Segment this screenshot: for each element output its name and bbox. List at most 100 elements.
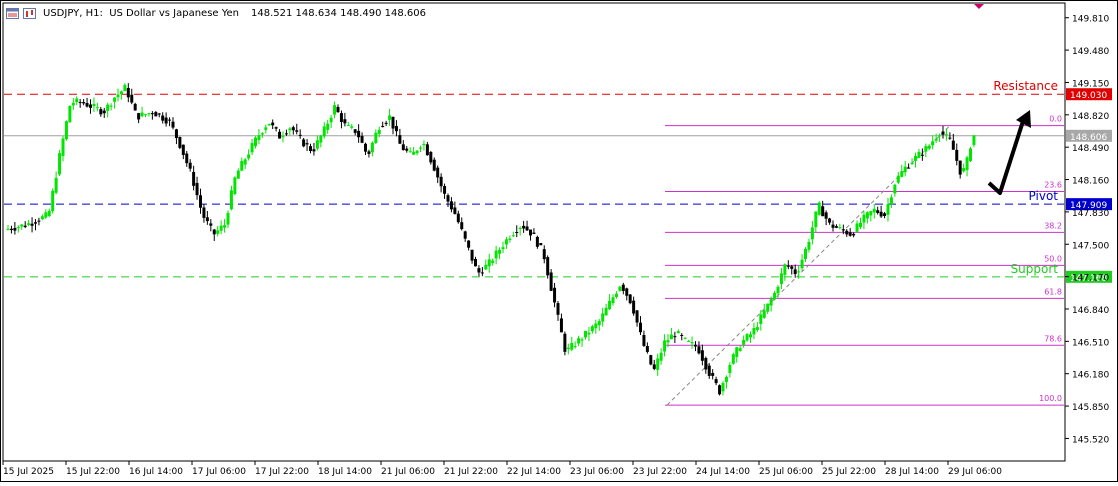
x-tick-label: 17 Jul 06:00 (192, 467, 246, 477)
candle-body (460, 222, 464, 230)
price-chart[interactable]: 0.023.638.250.061.878.6100.0 148.606149.… (0, 0, 1118, 482)
candle-body (927, 145, 931, 149)
candle-body (573, 346, 577, 348)
candle-body (738, 348, 742, 351)
candle-body (865, 212, 869, 219)
candle-body (449, 201, 453, 210)
candle-body (972, 135, 976, 145)
candle-body (291, 127, 295, 131)
candle-body (859, 222, 862, 228)
fib-level-label: 100.0 (1039, 394, 1062, 403)
y-tick-label: 146.510 (1072, 338, 1109, 348)
candle-body (951, 140, 955, 150)
candle-body (694, 344, 697, 347)
candle-body (456, 213, 460, 223)
candle-body (278, 131, 282, 139)
candle-body (962, 168, 966, 172)
candle-body (786, 265, 790, 267)
candle-body (817, 202, 821, 215)
candle-body (422, 144, 426, 146)
x-tick-label: 23 Jul 06:00 (570, 467, 624, 477)
candle-body (199, 195, 202, 208)
candle-body (384, 122, 388, 124)
candle-body (144, 114, 147, 116)
candle-body (824, 212, 828, 219)
candle-body (168, 119, 172, 121)
candle-body (247, 154, 251, 159)
candle-body (484, 264, 488, 270)
candle-body (212, 229, 216, 235)
chart-type-icon[interactable] (23, 7, 36, 19)
candle-body (907, 167, 911, 169)
candle-body (137, 113, 141, 120)
candle-body (690, 342, 694, 344)
candle-body (113, 97, 117, 102)
candle-body (659, 352, 663, 361)
chart-window-icon[interactable] (6, 7, 19, 19)
candle-body (229, 190, 233, 210)
candle-body (924, 146, 928, 152)
candle-body (749, 334, 752, 338)
candle-body (731, 354, 735, 364)
candle-body (810, 227, 814, 240)
candle-body (501, 247, 505, 250)
candle-body (102, 110, 106, 114)
candle-body (439, 176, 443, 187)
y-tick-label: 148.490 (1072, 144, 1109, 154)
candle-body (773, 292, 777, 300)
candle-body (240, 161, 244, 171)
candle-body (391, 116, 395, 129)
candle-body (965, 157, 969, 171)
candle-body (254, 137, 257, 147)
candle-body (429, 152, 433, 163)
candle-body (625, 288, 629, 296)
candle-body (855, 223, 859, 232)
candle-body (20, 224, 24, 227)
candle-body (797, 271, 801, 273)
candle-body (718, 385, 722, 395)
candle-body (44, 212, 48, 218)
candle-body (529, 229, 532, 236)
candle-body (9, 228, 13, 231)
x-tick-label: 18 Jul 14:00 (318, 467, 372, 477)
candle-body (164, 117, 168, 124)
candle-body (219, 225, 223, 231)
candle-body (432, 159, 436, 171)
candle-body (511, 235, 515, 237)
candle-body (700, 350, 704, 361)
candle-body (195, 182, 199, 196)
candle-body (30, 223, 34, 226)
candle-body (34, 222, 37, 224)
candle-body (315, 140, 319, 149)
level-name-pivot: Pivot (1029, 189, 1059, 203)
candle-body (298, 134, 302, 136)
candle-body (841, 229, 845, 231)
candle-body (322, 126, 326, 137)
candle-body (78, 102, 82, 104)
candle-body (401, 144, 405, 151)
chart-frame[interactable]: 0.0 23.6 38.2 50.0 61.8 78.6 100.0 148.606 149.… (0, 0, 1118, 482)
candle-body (762, 310, 766, 318)
candle-body (312, 149, 316, 152)
candle-body (532, 232, 536, 234)
candle-body (559, 318, 563, 333)
candle-body (632, 300, 636, 314)
candle-body (845, 230, 849, 235)
candle-body (584, 330, 587, 338)
candle-body (85, 102, 89, 107)
candle-body (295, 130, 299, 132)
y-tick-label: 145.520 (1072, 435, 1109, 445)
candle-body (319, 135, 323, 143)
candle-body (553, 287, 557, 303)
candle-body (188, 162, 192, 169)
candle-body (676, 331, 680, 334)
candle-body (848, 232, 852, 236)
candle-body (707, 365, 711, 376)
candle-body (364, 143, 367, 152)
candle-body (563, 333, 567, 352)
candle-body (793, 269, 797, 275)
candle-body (171, 121, 175, 128)
candle-body (336, 106, 340, 113)
candle-body (360, 136, 364, 143)
candle-body (697, 346, 701, 354)
